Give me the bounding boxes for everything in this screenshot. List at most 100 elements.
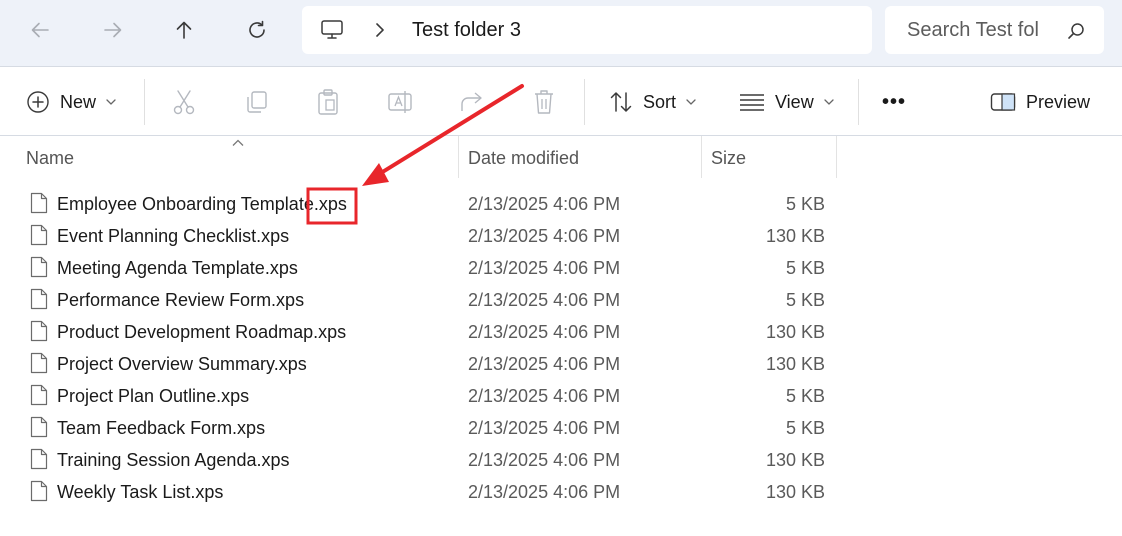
file-size: 5 KB [785, 418, 825, 438]
file-row[interactable]: Team Feedback Form.xps 2/13/2025 4:06 PM… [26, 412, 846, 444]
share-button[interactable] [457, 87, 487, 117]
copy-button[interactable] [241, 87, 271, 117]
preview-pane-icon [990, 93, 1016, 111]
preview-button[interactable]: Preview [990, 85, 1090, 119]
search-box[interactable]: Search Test fol [885, 6, 1104, 54]
column-header-size[interactable]: Size [711, 148, 746, 169]
file-name[interactable]: Performance Review Form.xps [57, 290, 304, 311]
file-name[interactable]: Training Session Agenda.xps [57, 450, 289, 471]
rename-icon [388, 91, 412, 113]
file-size: 130 KB [765, 226, 825, 246]
file-row[interactable]: Performance Review Form.xps 2/13/2025 4:… [26, 284, 846, 316]
more-icon: ••• [882, 90, 907, 113]
document-icon [30, 384, 48, 411]
file-size: 5 KB [785, 290, 825, 310]
file-size: 130 KB [765, 450, 825, 470]
document-icon [30, 352, 48, 379]
view-label: View [775, 91, 814, 112]
file-name[interactable]: Product Development Roadmap.xps [57, 322, 346, 343]
delete-button[interactable] [529, 87, 559, 117]
file-row[interactable]: Event Planning Checklist.xps 2/13/2025 4… [26, 220, 846, 252]
column-divider[interactable] [836, 136, 837, 178]
command-bar: New Sort View ••• Preview [0, 67, 1122, 135]
address-bar-region: Test folder 3 Search Test fol [0, 0, 1122, 66]
column-divider[interactable] [458, 136, 459, 178]
copy-icon [247, 91, 267, 113]
document-icon [30, 224, 48, 251]
file-row[interactable]: Project Plan Outline.xps 2/13/2025 4:06 … [26, 380, 846, 412]
document-icon [30, 416, 48, 443]
see-more-button[interactable]: ••• [882, 85, 906, 119]
document-icon [30, 192, 48, 219]
address-field[interactable]: Test folder 3 [302, 6, 872, 54]
search-icon [1067, 22, 1085, 45]
search-input[interactable]: Search Test fol [907, 19, 1039, 42]
divider [0, 135, 1122, 136]
file-date-modified: 2/13/2025 4:06 PM [468, 354, 621, 374]
file-name[interactable]: Event Planning Checklist.xps [57, 226, 289, 247]
document-icon [30, 288, 48, 315]
separator [858, 79, 859, 125]
file-name[interactable]: Weekly Task List.xps [57, 482, 223, 503]
file-name[interactable]: Meeting Agenda Template.xps [57, 258, 298, 279]
file-size: 130 KB [765, 354, 825, 374]
chevron-down-icon [824, 99, 834, 105]
file-date-modified: 2/13/2025 4:06 PM [468, 258, 621, 278]
file-date-modified: 2/13/2025 4:06 PM [468, 418, 621, 438]
cut-button[interactable] [169, 87, 199, 117]
document-icon [30, 320, 48, 347]
file-row[interactable]: Meeting Agenda Template.xps 2/13/2025 4:… [26, 252, 846, 284]
file-size: 5 KB [785, 194, 825, 214]
file-name[interactable]: Employee Onboarding Template.xps [57, 194, 347, 215]
file-row[interactable]: Product Development Roadmap.xps 2/13/202… [26, 316, 846, 348]
chevron-right-icon[interactable] [374, 20, 386, 45]
column-header-date-modified[interactable]: Date modified [468, 148, 579, 169]
this-pc-icon[interactable] [320, 19, 344, 46]
file-date-modified: 2/13/2025 4:06 PM [468, 194, 621, 214]
document-icon [30, 480, 48, 507]
file-size: 130 KB [765, 482, 825, 502]
document-icon [30, 448, 48, 475]
forward-button[interactable] [93, 12, 133, 48]
preview-label: Preview [1026, 91, 1091, 112]
arrow-left-icon [31, 22, 49, 38]
file-row[interactable]: Training Session Agenda.xps 2/13/2025 4:… [26, 444, 846, 476]
file-date-modified: 2/13/2025 4:06 PM [468, 482, 621, 502]
arrow-up-icon [176, 21, 192, 39]
chevron-down-icon [106, 99, 116, 105]
annotation-arrowhead [362, 163, 389, 186]
file-row[interactable]: Employee Onboarding Template.xps 2/13/20… [26, 188, 846, 220]
scissors-icon [173, 90, 195, 115]
file-name[interactable]: Project Plan Outline.xps [57, 386, 249, 407]
document-icon [30, 256, 48, 283]
file-row[interactable]: Weekly Task List.xps 2/13/2025 4:06 PM 1… [26, 476, 846, 508]
file-row[interactable]: Project Overview Summary.xps 2/13/2025 4… [26, 348, 846, 380]
file-name[interactable]: Team Feedback Form.xps [57, 418, 265, 439]
clipboard-icon [318, 89, 338, 115]
separator [144, 79, 145, 125]
column-divider[interactable] [701, 136, 702, 178]
sort-icon [610, 92, 632, 112]
sort-button[interactable]: Sort [609, 85, 696, 119]
new-button[interactable]: New [26, 85, 116, 119]
share-icon [461, 92, 482, 111]
file-date-modified: 2/13/2025 4:06 PM [468, 450, 621, 470]
file-name[interactable]: Project Overview Summary.xps [57, 354, 307, 375]
plus-circle-icon [27, 91, 49, 113]
back-button[interactable] [20, 12, 60, 48]
new-label: New [60, 91, 97, 112]
file-date-modified: 2/13/2025 4:06 PM [468, 226, 621, 246]
refresh-button[interactable] [237, 12, 277, 48]
arrow-right-icon [104, 22, 122, 38]
chevron-down-icon [686, 99, 696, 105]
file-date-modified: 2/13/2025 4:06 PM [468, 290, 621, 310]
breadcrumb-current-folder[interactable]: Test folder 3 [412, 19, 521, 42]
file-date-modified: 2/13/2025 4:06 PM [468, 386, 621, 406]
refresh-icon [249, 20, 265, 38]
view-button[interactable]: View [739, 85, 834, 119]
up-button[interactable] [164, 12, 204, 48]
column-header-name[interactable]: Name [26, 148, 74, 169]
sort-ascending-icon [232, 134, 244, 152]
rename-button[interactable] [385, 87, 415, 117]
paste-button[interactable] [313, 87, 343, 117]
